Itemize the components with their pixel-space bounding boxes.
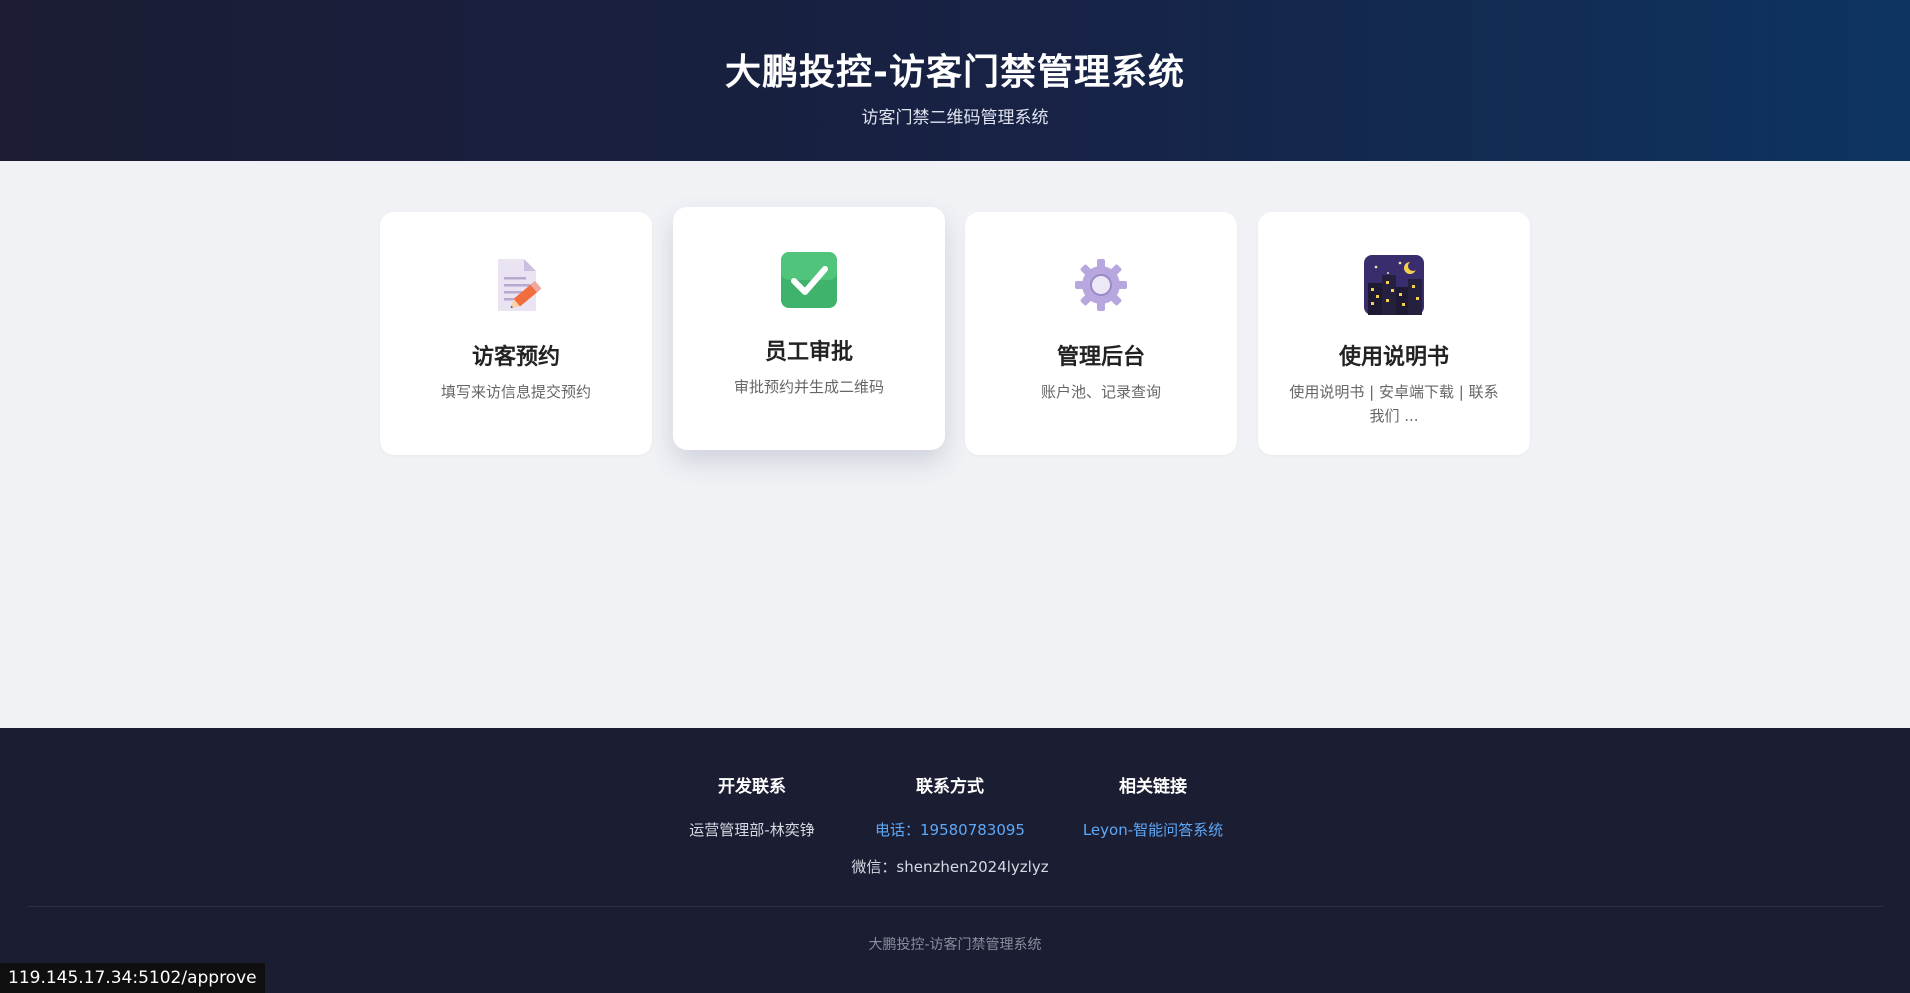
page-header: 大鹏投控-访客门禁管理系统 访客门禁二维码管理系统 <box>0 0 1910 161</box>
wechat-id: 微信：shenzhen2024lyzlyz <box>851 858 1049 876</box>
card-title: 访客预约 <box>471 345 560 370</box>
card-title: 使用说明书 <box>1338 345 1449 370</box>
page-subtitle: 访客门禁二维码管理系统 <box>861 108 1049 128</box>
footer-heading: 相关链接 <box>1119 777 1187 797</box>
card-description: 使用说明书 | 安卓端下载 | 联系我们 ... <box>1289 383 1499 425</box>
page-footer: 开发联系 运营管理部-林奕铮 联系方式 电话：19580783095 微信：sh… <box>0 728 1910 993</box>
card-title: 管理后台 <box>1056 345 1145 370</box>
memo-pencil-icon <box>498 259 542 311</box>
card-visitor-booking[interactable]: 访客预约 填写来访信息提交预约 <box>380 212 652 455</box>
leyon-qa-link[interactable]: Leyon-智能问答系统 <box>1053 819 1253 840</box>
gear-icon <box>1075 259 1127 311</box>
status-bar-url: 119.145.17.34:5102/approve <box>0 963 265 993</box>
card-description: 账户池、记录查询 <box>1040 383 1161 401</box>
card-title: 员工审批 <box>764 340 853 365</box>
footer-divider <box>27 906 1883 907</box>
check-mark-icon <box>781 252 837 308</box>
card-description: 填写来访信息提交预约 <box>440 383 591 401</box>
footer-heading: 联系方式 <box>916 777 984 797</box>
footer-related-links: 相关链接 Leyon-智能问答系统 <box>1053 772 1253 840</box>
page-title: 大鹏投控-访客门禁管理系统 <box>725 52 1185 93</box>
phone-link[interactable]: 电话：19580783095 <box>820 819 1080 840</box>
card-staff-approval[interactable]: 员工审批 审批预约并生成二维码 <box>673 207 945 450</box>
footer-copyright: 大鹏投控-访客门禁管理系统 <box>868 937 1042 953</box>
card-user-manual[interactable]: 使用说明书 使用说明书 | 安卓端下载 | 联系我们 ... <box>1258 212 1530 455</box>
card-admin-backend[interactable]: 管理后台 账户池、记录查询 <box>965 212 1237 455</box>
night-city-icon <box>1364 255 1424 315</box>
footer-contact-info: 联系方式 电话：19580783095 微信：shenzhen2024lyzly… <box>820 772 1080 877</box>
card-description: 审批预约并生成二维码 <box>733 378 884 396</box>
